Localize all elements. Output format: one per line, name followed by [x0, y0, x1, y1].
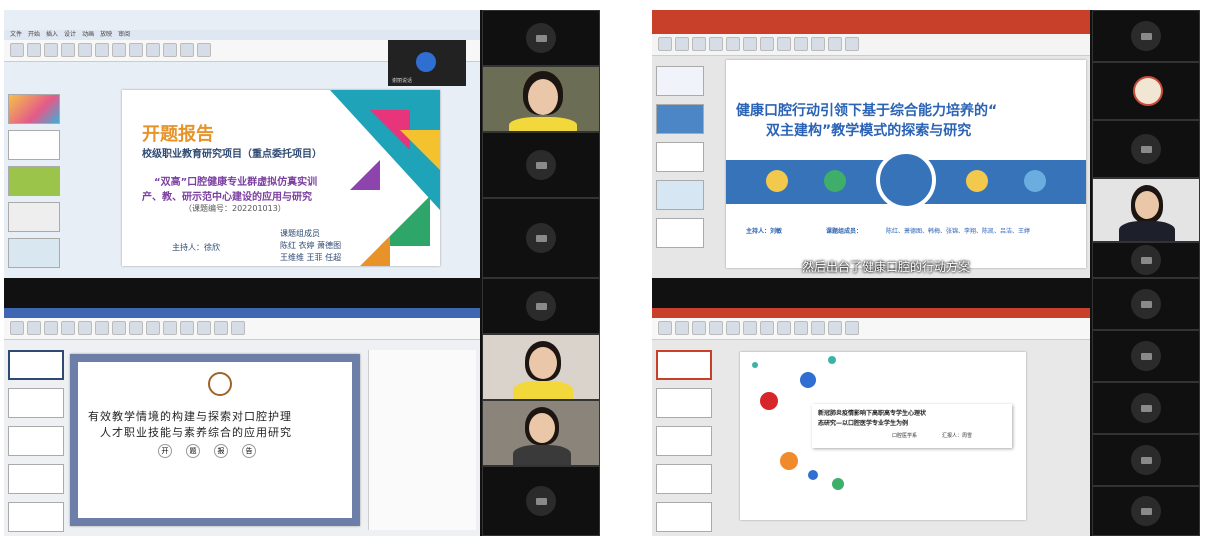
logo-seal: [208, 372, 232, 396]
camera-off-icon: [526, 23, 556, 53]
camera-off-icon: [526, 150, 556, 180]
participant-video: [1093, 179, 1199, 241]
host-name: 主持人：徐欣: [172, 243, 220, 252]
blue-band: [726, 150, 1086, 210]
dept-label: 口腔医学系: [892, 433, 918, 439]
char-circle: 报: [214, 444, 228, 458]
char-circle: 告: [242, 444, 256, 458]
slide-title-line2: 态研究—以口腔医学专业学生为例: [818, 420, 909, 427]
person-icon: [766, 170, 788, 192]
ribbon-toolbar[interactable]: [4, 318, 480, 340]
video-tile[interactable]: [1092, 434, 1200, 486]
slide-title-line2: 人才职业技能与素养综合的应用研究: [100, 426, 292, 439]
speaker-label: 谢丽说话: [392, 78, 413, 84]
video-tile[interactable]: [1092, 486, 1200, 536]
members-label: 课题组成员：: [826, 228, 863, 235]
ribbon-toolbar[interactable]: [652, 34, 1090, 56]
window-bottom-left: 有效教学情境的构建与探索对口腔护理 人才职业技能与素养综合的应用研究 开 题 报…: [4, 278, 600, 536]
slide-code: （课题编号：202201013）: [184, 204, 286, 213]
video-tile-person[interactable]: [1092, 178, 1200, 242]
camera-off-icon: [526, 486, 556, 516]
camera-off-icon: [1131, 289, 1161, 319]
main-slide: 新冠肺炎疫情影响下高职高专学生心理状 态研究—以口腔医学专业学生为例 口腔医学系…: [740, 352, 1026, 520]
slide-line1: 校级职业教育研究项目（重点委托项目）: [142, 149, 322, 160]
video-tile[interactable]: [1092, 330, 1200, 382]
members-list: 陈红、萧德图、韩梅、张锦、李翔、陈凯、吕洁、王婷: [886, 228, 1031, 235]
camera-off-icon: [1131, 21, 1161, 51]
report-chars: 开 题 报 告: [158, 444, 256, 458]
participant-video: [483, 335, 599, 399]
camera-off-icon: [526, 291, 556, 321]
slide-title-line1: 有效教学情境的构建与探索对口腔护理: [88, 410, 292, 423]
avatar: [1133, 76, 1163, 106]
slide-title-line1: 新冠肺炎疫情影响下高职高专学生心理状: [818, 410, 927, 417]
video-tile[interactable]: [482, 278, 600, 334]
video-tile[interactable]: [1092, 382, 1200, 434]
camera-off-icon: [1131, 134, 1161, 164]
video-tile-person[interactable]: [482, 334, 600, 400]
camera-off-icon: [1131, 245, 1161, 275]
main-slide: 有效教学情境的构建与探索对口腔护理 人才职业技能与素养综合的应用研究 开 题 报…: [70, 354, 360, 526]
mail-icon: [966, 170, 988, 192]
reporter-label: 汇报人：周雪: [942, 433, 973, 439]
slide-thumbnails[interactable]: [656, 66, 704, 248]
video-tile[interactable]: [482, 132, 600, 198]
host-label: 主持人：刘敏: [746, 228, 783, 235]
ribbon-tabs[interactable]: 文件 开始 插入 设计 动画 放映 审阅: [4, 30, 480, 40]
title-box: 新冠肺炎疫情影响下高职高专学生心理状 态研究—以口腔医学专业学生为例 口腔医学系…: [812, 404, 1012, 448]
window-top-right: 健康口腔行动引领下基于综合能力培养的“ 双主建构”教学模式的探索与研究 主持人：…: [652, 10, 1200, 278]
slide-title: 开题报告: [142, 124, 214, 145]
document-app-3: 有效教学情境的构建与探索对口腔护理 人才职业技能与素养综合的应用研究 开 题 报…: [4, 308, 480, 536]
slide-line3: 产、教、研示范中心建设的应用与研究: [142, 192, 312, 203]
members-row2: 王维维 王菲 任超: [280, 253, 342, 262]
slide-thumbnails[interactable]: [8, 94, 60, 268]
video-tile[interactable]: [482, 198, 600, 278]
slide-title-line1: 健康口腔行动引领下基于综合能力培养的“: [736, 103, 998, 119]
camera-off-icon: [526, 223, 556, 253]
video-tile[interactable]: [1092, 242, 1200, 278]
participant-video: [483, 401, 599, 465]
camera-off-icon: [1131, 341, 1161, 371]
slide-thumbnails[interactable]: [656, 350, 712, 532]
speaker-popup: 谢丽说话: [388, 40, 466, 86]
participant-video: [483, 67, 599, 131]
window-top-left: 文件 开始 插入 设计 动画 放映 审阅 开题报告 校级职业教育研究项目（重点委托项目） “…: [4, 10, 600, 278]
caption-subtitle: 然后出台了健康口腔的行动方案: [802, 260, 971, 274]
presentation-app-4: 新冠肺炎疫情影响下高职高专学生心理状 态研究—以口腔医学专业学生为例 口腔医学系…: [652, 308, 1090, 536]
video-tile-person[interactable]: [482, 400, 600, 466]
video-tile-person[interactable]: [482, 66, 600, 132]
window-bottom-right: 新冠肺炎疫情影响下高职高专学生心理状 态研究—以口腔医学专业学生为例 口腔医学系…: [652, 278, 1200, 536]
globe-icon: [824, 170, 846, 192]
world-icon: [876, 150, 936, 210]
video-tile[interactable]: [1092, 10, 1200, 62]
slide-line2: “双高”口腔健康专业群虚拟仿真实训: [154, 177, 318, 188]
phone-icon: [1024, 170, 1046, 192]
video-tile-avatar[interactable]: [1092, 62, 1200, 120]
video-tile[interactable]: [1092, 120, 1200, 178]
camera-off-icon: [1131, 393, 1161, 423]
main-slide: 开题报告 校级职业教育研究项目（重点委托项目） “双高”口腔健康专业群虚拟仿真实…: [122, 90, 440, 266]
animation-pane[interactable]: [368, 350, 476, 530]
char-circle: 开: [158, 444, 172, 458]
presentation-app-1: 文件 开始 插入 设计 动画 放映 审阅 开题报告 校级职业教育研究项目（重点委托项目） “…: [4, 10, 480, 278]
members-row1: 陈红 衣婷 萧德图: [280, 241, 342, 250]
members-title: 课题组成员: [280, 229, 320, 238]
camera-off-icon: [1131, 445, 1161, 475]
video-tile[interactable]: [1092, 278, 1200, 330]
char-circle: 题: [186, 444, 200, 458]
video-tile[interactable]: [482, 466, 600, 536]
slide-thumbnails[interactable]: [8, 350, 64, 532]
main-slide: 健康口腔行动引领下基于综合能力培养的“ 双主建构”教学模式的探索与研究 主持人：…: [726, 60, 1086, 268]
ribbon-toolbar[interactable]: [652, 318, 1090, 340]
presentation-app-2: 健康口腔行动引领下基于综合能力培养的“ 双主建构”教学模式的探索与研究 主持人：…: [652, 10, 1090, 278]
camera-off-icon: [1131, 496, 1161, 526]
slide-title-line2: 双主建构”教学模式的探索与研究: [766, 123, 972, 139]
video-tile[interactable]: [482, 10, 600, 66]
